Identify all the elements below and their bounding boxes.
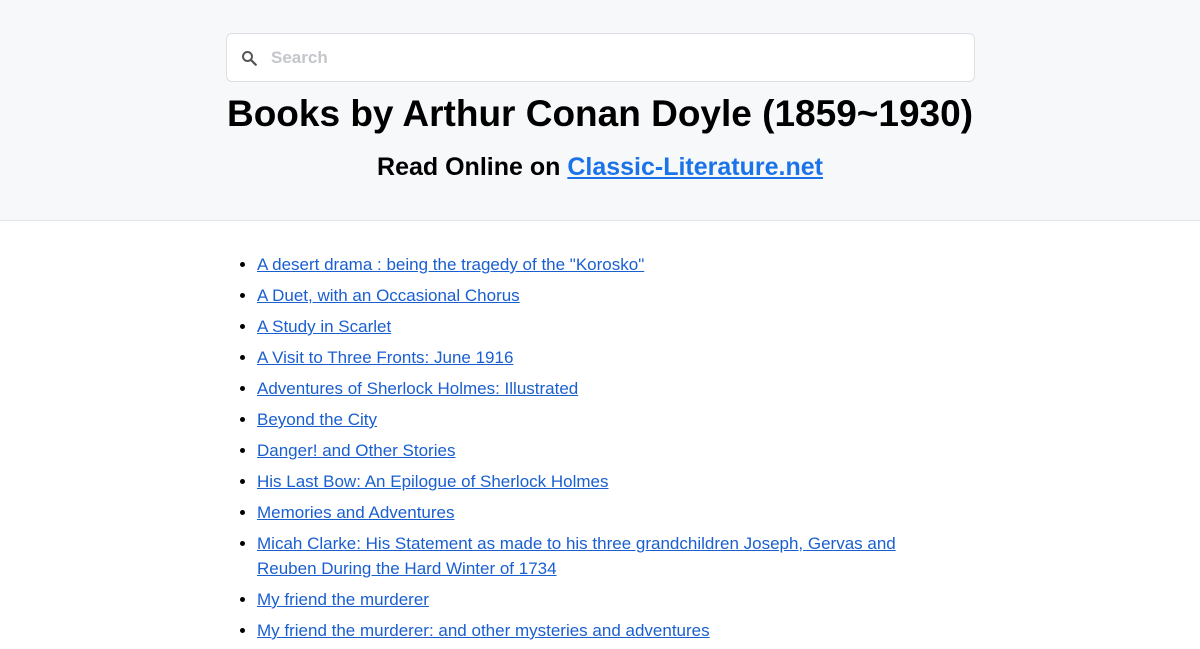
book-link[interactable]: Memories and Adventures [257,503,455,522]
subtitle: Read Online on Classic-Literature.net [0,151,1200,183]
book-link[interactable]: Danger! and Other Stories [257,441,455,460]
book-link[interactable]: His Last Bow: An Epilogue of Sherlock Ho… [257,472,609,491]
page-header: Books by Arthur Conan Doyle (1859~1930) … [0,0,1200,221]
list-item: Memories and Adventures [257,500,957,525]
page-title: Books by Arthur Conan Doyle (1859~1930) [226,93,974,134]
book-link[interactable]: A desert drama : being the tragedy of th… [257,255,644,274]
list-item: A Visit to Three Fronts: June 1916 [257,345,957,370]
book-link[interactable]: Micah Clarke: His Statement as made to h… [257,534,896,578]
book-link[interactable]: My friend the murderer [257,590,429,609]
list-item: A desert drama : being the tragedy of th… [257,252,957,277]
list-item: Danger! and Other Stories [257,438,957,463]
list-item: His Last Bow: An Epilogue of Sherlock Ho… [257,469,957,494]
search-box[interactable] [226,33,975,82]
book-link[interactable]: Adventures of Sherlock Holmes: Illustrat… [257,379,578,398]
book-link[interactable]: A Duet, with an Occasional Chorus [257,286,520,305]
list-item: My friend the murderer: and other myster… [257,618,957,643]
book-link[interactable]: A Study in Scarlet [257,317,391,336]
search-icon[interactable] [227,33,271,82]
list-item: Micah Clarke: His Statement as made to h… [257,531,957,581]
list-item: A Duet, with an Occasional Chorus [257,283,957,308]
subtitle-prefix: Read Online on [377,153,568,181]
book-link[interactable]: My friend the murderer: and other myster… [257,621,710,640]
search-input[interactable] [271,37,961,78]
book-link[interactable]: Beyond the City [257,410,377,429]
book-link[interactable]: A Visit to Three Fronts: June 1916 [257,348,513,367]
book-list: A desert drama : being the tragedy of th… [257,252,957,649]
list-item: Beyond the City [257,407,957,432]
classic-literature-link[interactable]: Classic-Literature.net [567,153,823,181]
list-item: Adventures of Sherlock Holmes: Illustrat… [257,376,957,401]
list-item: A Study in Scarlet [257,314,957,339]
list-item: My friend the murderer [257,587,957,612]
